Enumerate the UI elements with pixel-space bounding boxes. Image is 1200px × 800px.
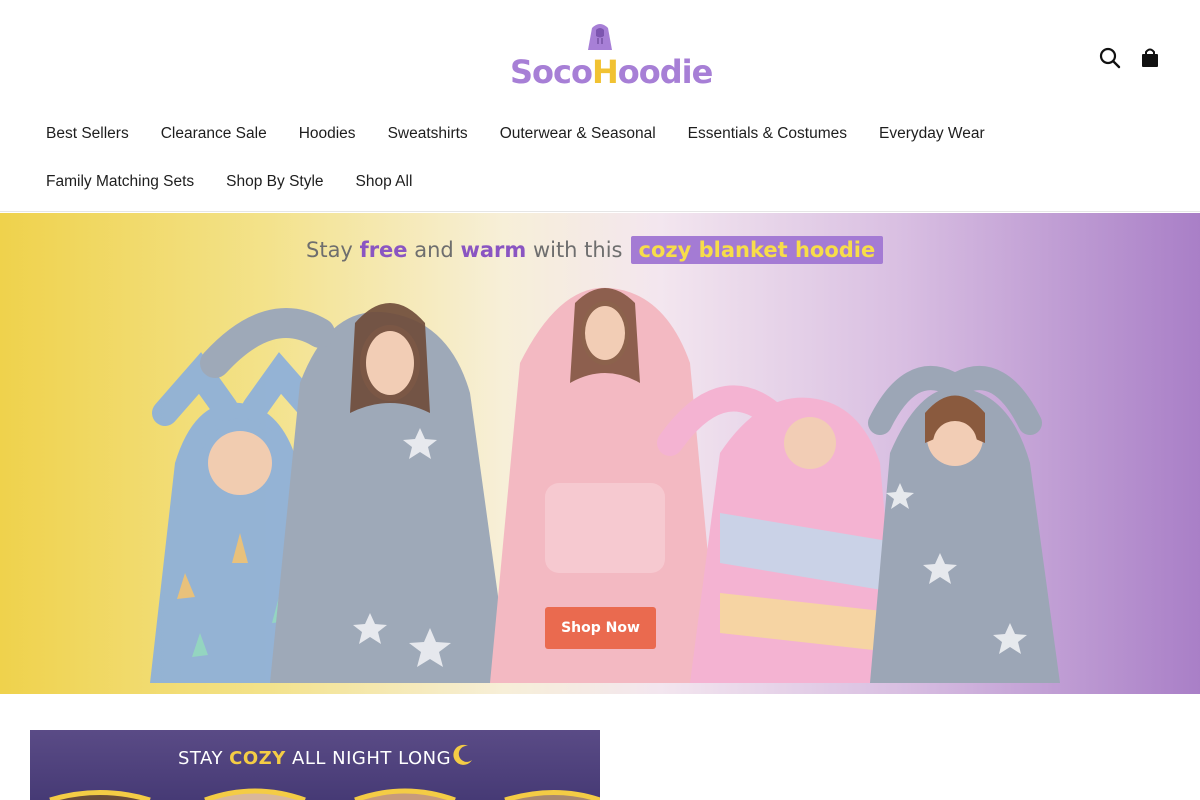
nav-item-essentials-costumes[interactable]: Essentials & Costumes	[672, 124, 863, 144]
nav-item-best-sellers[interactable]: Best Sellers	[30, 124, 145, 144]
nav-item-hoodies[interactable]: Hoodies	[283, 124, 372, 144]
model-kid-right-figure	[868, 366, 1060, 683]
promo-text-suffix: ALL NIGHT LONG	[292, 748, 452, 769]
hero-headline-prefix: Stay	[306, 238, 353, 262]
moon-icon	[453, 744, 472, 765]
hero-headline-mid: and	[414, 238, 454, 262]
nav-row-primary: Best Sellers Clearance Sale Hoodies Swea…	[30, 110, 1170, 158]
hero-headline-warm: warm	[460, 238, 527, 262]
promo-product-thumbnails	[49, 788, 600, 800]
nav-item-shop-all[interactable]: Shop All	[340, 172, 429, 192]
nav-item-everyday-wear[interactable]: Everyday Wear	[863, 124, 1001, 144]
main-navigation: Best Sellers Clearance Sale Hoodies Swea…	[30, 110, 1170, 206]
brand-logo-text: SocoHoodie	[510, 53, 713, 91]
promo-text-prefix: STAY	[178, 748, 223, 769]
hero-banner[interactable]: Stay free and warm with this cozy blanket…	[0, 213, 1200, 694]
promo-tile[interactable]: STAY COZY ALL NIGHT LONG	[30, 730, 600, 800]
brand-logo[interactable]: SocoHoodie	[510, 22, 713, 96]
nav-row-secondary: Family Matching Sets Shop By Style Shop …	[30, 158, 1170, 206]
hero-headline: Stay free and warm with this cozy blanket…	[306, 233, 884, 267]
shop-now-button[interactable]: Shop Now	[545, 607, 656, 649]
search-button[interactable]	[1096, 44, 1124, 72]
nav-item-sweatshirts[interactable]: Sweatshirts	[372, 124, 484, 144]
site-header: SocoHoodie Best Sellers Clearance Sale H…	[0, 0, 1200, 212]
hero-headline-pill: cozy blanket hoodie	[630, 236, 884, 264]
nav-item-clearance-sale[interactable]: Clearance Sale	[145, 124, 283, 144]
promo-text-highlight: COZY	[229, 748, 286, 769]
nav-item-outerwear-seasonal[interactable]: Outerwear & Seasonal	[484, 124, 672, 144]
nav-item-family-matching-sets[interactable]: Family Matching Sets	[30, 172, 210, 192]
cart-button[interactable]	[1136, 44, 1164, 72]
hero-headline-suffix: with this	[532, 238, 623, 262]
header-actions	[1096, 44, 1166, 72]
hoodie-logo-icon	[588, 24, 612, 50]
promo-headline: STAY COZY ALL NIGHT LONG	[178, 748, 451, 769]
hero-headline-free: free	[359, 238, 408, 262]
nav-item-shop-by-style[interactable]: Shop By Style	[210, 172, 339, 192]
shopping-bag-icon	[1142, 48, 1158, 67]
search-icon	[1099, 47, 1121, 69]
